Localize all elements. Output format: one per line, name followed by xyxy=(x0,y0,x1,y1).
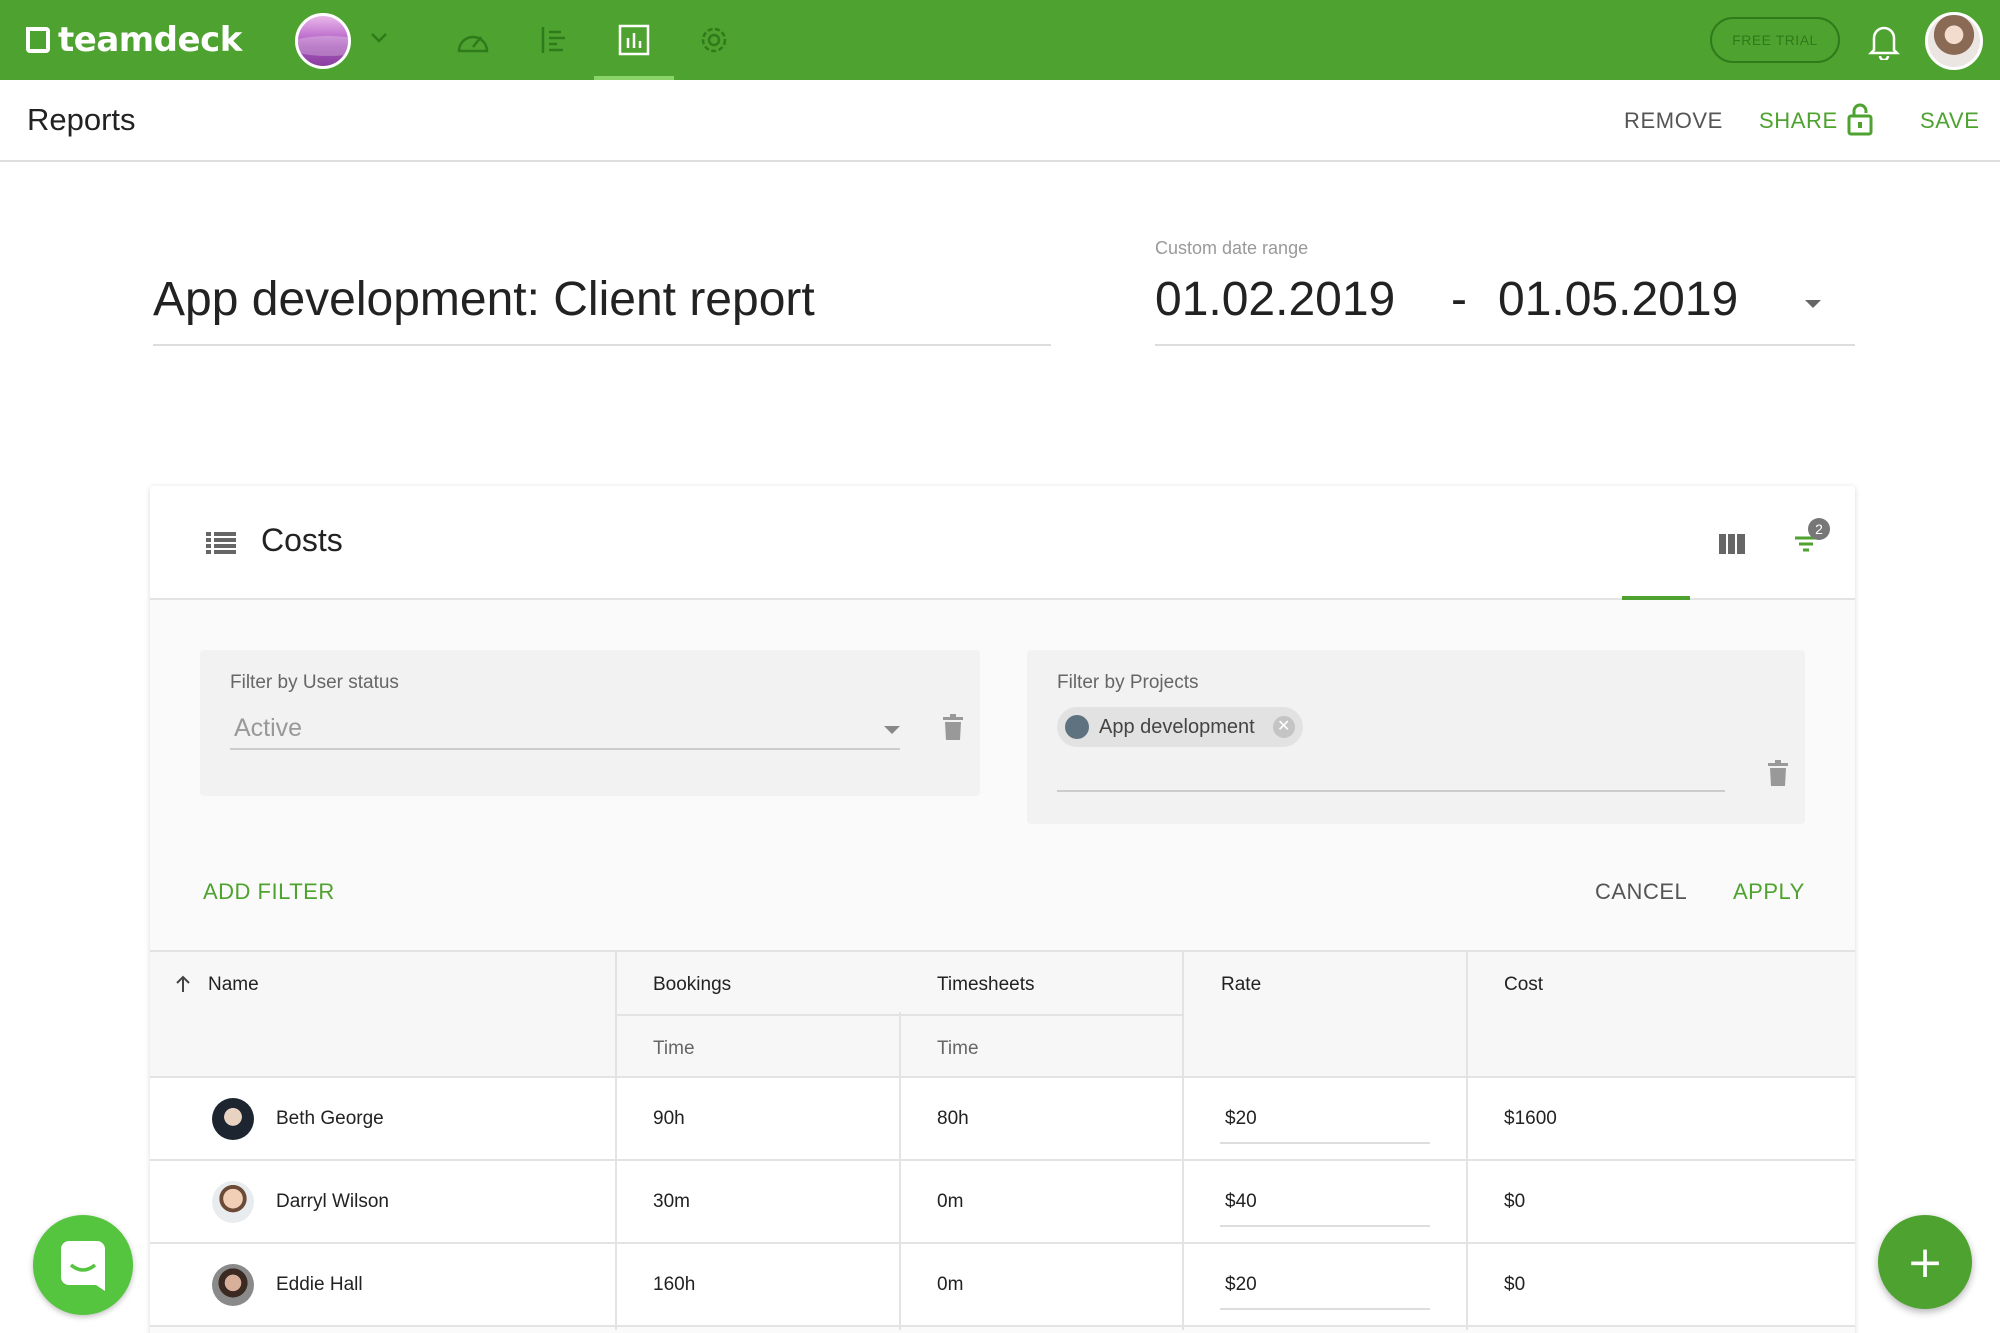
filter-projects-label: Filter by Projects xyxy=(1057,672,1199,693)
teamdeck-logo[interactable]: teamdeck xyxy=(26,18,242,62)
cell-cost: $1600 xyxy=(1504,1108,1557,1129)
cell-rate-input[interactable]: $40 xyxy=(1225,1191,1257,1213)
chat-button[interactable] xyxy=(33,1215,133,1315)
rate-input-line xyxy=(1220,1142,1430,1144)
trash-icon[interactable] xyxy=(942,714,964,740)
chat-icon xyxy=(61,1241,105,1291)
cell-name: Eddie Hall xyxy=(276,1274,363,1295)
column-divider xyxy=(1182,950,1184,1330)
remove-button[interactable]: REMOVE xyxy=(1624,108,1723,134)
date-separator: - xyxy=(1451,273,1467,326)
avatar xyxy=(212,1181,254,1223)
columns-icon[interactable] xyxy=(1710,522,1754,566)
column-divider xyxy=(899,1012,901,1330)
filter-icon[interactable]: 2 xyxy=(1784,518,1830,566)
column-bookings-time[interactable]: Time xyxy=(653,1038,695,1060)
reports-icon[interactable] xyxy=(614,20,654,60)
date-end[interactable]: 01.05.2019 xyxy=(1498,272,1738,327)
logo-mark-icon xyxy=(26,27,50,53)
column-bookings[interactable]: Bookings xyxy=(653,974,731,996)
lock-icon[interactable] xyxy=(1846,102,1874,136)
table-row[interactable]: Beth George 90h 80h $20 $1600 xyxy=(150,1078,1855,1161)
logo-text: teamdeck xyxy=(58,20,242,60)
page-header: Reports REMOVE SHARE SAVE xyxy=(0,80,2000,162)
chevron-down-icon[interactable] xyxy=(368,26,390,48)
user-status-select[interactable]: Active xyxy=(230,710,900,750)
table-header: Name Bookings Time Timesheets Time Rate … xyxy=(150,950,1855,1078)
organization-avatar[interactable] xyxy=(295,13,351,69)
column-timesheets[interactable]: Timesheets xyxy=(937,974,1035,996)
filter-count-badge: 2 xyxy=(1808,518,1830,540)
card-title: Costs xyxy=(261,522,343,558)
table-row[interactable]: Darryl Wilson 30m 0m $40 $0 xyxy=(150,1161,1855,1244)
column-divider xyxy=(615,950,617,1330)
filter-projects: Filter by Projects App development ✕ xyxy=(1027,650,1805,824)
cell-timesheets: 80h xyxy=(937,1108,969,1129)
date-range-picker[interactable]: 01.02.2019 - 01.05.2019 xyxy=(1155,272,1855,346)
column-timesheets-time[interactable]: Time xyxy=(937,1038,979,1060)
card-header: Costs 2 xyxy=(150,486,1855,600)
column-cost[interactable]: Cost xyxy=(1504,974,1543,996)
column-rate[interactable]: Rate xyxy=(1221,974,1261,996)
add-button[interactable]: + xyxy=(1878,1215,1972,1309)
planner-icon[interactable] xyxy=(534,20,574,60)
list-icon xyxy=(206,532,236,554)
project-chip[interactable]: App development ✕ xyxy=(1057,707,1303,747)
costs-card: Costs 2 Filter by User status Active Fil… xyxy=(150,486,1855,1333)
date-range-label: Custom date range xyxy=(1155,238,1309,258)
page-title: Reports xyxy=(27,102,136,137)
caret-down-icon[interactable] xyxy=(884,726,900,734)
apply-button[interactable]: APPLY xyxy=(1733,879,1805,905)
column-divider xyxy=(1466,950,1468,1330)
column-name[interactable]: Name xyxy=(208,974,259,996)
top-bar: teamdeck FREE TRIAL xyxy=(0,0,2000,80)
avatar xyxy=(212,1098,254,1140)
free-trial-button[interactable]: FREE TRIAL xyxy=(1710,17,1840,63)
cell-cost: $0 xyxy=(1504,1274,1526,1295)
dashboard-icon[interactable] xyxy=(453,20,493,60)
cell-name: Beth George xyxy=(276,1108,384,1129)
bell-icon[interactable] xyxy=(1866,20,1902,60)
date-start[interactable]: 01.02.2019 xyxy=(1155,272,1395,327)
user-status-value: Active xyxy=(234,714,303,742)
projects-input-line[interactable] xyxy=(1057,790,1725,792)
filter-tab-indicator xyxy=(1622,596,1690,600)
caret-down-icon[interactable] xyxy=(1805,300,1821,308)
cell-rate-input[interactable]: $20 xyxy=(1225,1274,1257,1296)
settings-icon[interactable] xyxy=(694,20,734,60)
cell-timesheets: 0m xyxy=(937,1274,964,1295)
cell-bookings: 160h xyxy=(653,1274,696,1295)
close-icon[interactable]: ✕ xyxy=(1272,716,1295,738)
project-chip-label: App development xyxy=(1099,716,1255,738)
cell-cost: $0 xyxy=(1504,1191,1526,1212)
report-title-input[interactable]: App development: Client report xyxy=(153,272,1051,346)
cell-bookings: 30m xyxy=(653,1191,690,1212)
cell-timesheets: 0m xyxy=(937,1191,964,1212)
filter-user-status: Filter by User status Active xyxy=(200,650,980,796)
avatar xyxy=(212,1264,254,1306)
arrow-up-icon[interactable] xyxy=(174,974,192,994)
share-button[interactable]: SHARE xyxy=(1759,108,1838,134)
trash-icon[interactable] xyxy=(1767,760,1789,786)
cell-rate-input[interactable]: $20 xyxy=(1225,1108,1257,1130)
rate-input-line xyxy=(1220,1308,1430,1310)
add-filter-button[interactable]: ADD FILTER xyxy=(203,879,335,905)
project-color-dot xyxy=(1065,715,1089,739)
filter-user-status-label: Filter by User status xyxy=(230,672,399,693)
rate-input-line xyxy=(1220,1225,1430,1227)
cancel-button[interactable]: CANCEL xyxy=(1595,879,1687,905)
user-avatar[interactable] xyxy=(1925,12,1983,70)
table-row[interactable]: Eddie Hall 160h 0m $20 $0 xyxy=(150,1244,1855,1327)
cell-bookings: 90h xyxy=(653,1108,685,1129)
save-button[interactable]: SAVE xyxy=(1920,108,1979,134)
cell-name: Darryl Wilson xyxy=(276,1191,389,1212)
